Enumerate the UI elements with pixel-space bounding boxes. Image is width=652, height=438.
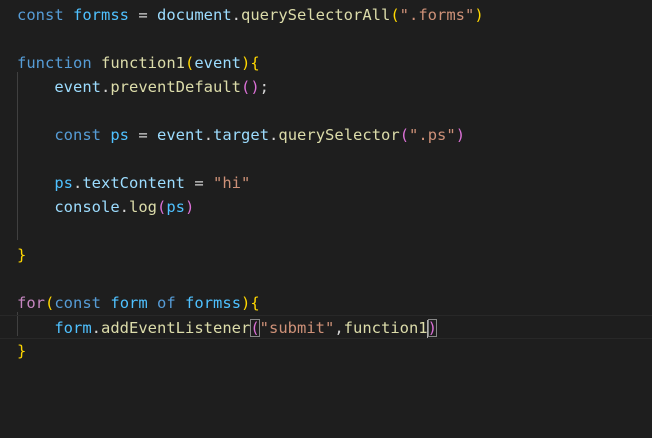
code-token: ;: [259, 78, 270, 96]
code-token: (: [185, 54, 195, 72]
code-token: const: [17, 6, 64, 24]
code-line[interactable]: for(const form of formss){: [0, 291, 652, 315]
code-line[interactable]: }: [0, 339, 652, 363]
code-token: (): [241, 78, 260, 96]
code-token: "submit": [259, 319, 335, 337]
code-line[interactable]: const formss = document.querySelectorAll…: [0, 3, 652, 27]
code-token: {: [250, 54, 260, 72]
code-token: target: [213, 126, 270, 144]
code-token: event: [54, 78, 101, 96]
code-token: function1: [343, 319, 428, 337]
code-token: .: [269, 126, 279, 144]
code-token: querySelector: [278, 126, 400, 144]
code-line[interactable]: [0, 219, 652, 243]
code-token: document: [157, 6, 232, 24]
code-token: form: [110, 294, 148, 312]
code-token: event: [194, 54, 242, 72]
code-token: log: [129, 198, 157, 216]
code-line[interactable]: console.log(ps): [0, 195, 652, 219]
code-line[interactable]: [0, 147, 652, 171]
code-line[interactable]: const ps = event.target.querySelector(".…: [0, 123, 652, 147]
code-token: event: [157, 126, 204, 144]
code-token: function: [17, 54, 92, 72]
code-token: ps: [110, 126, 130, 144]
code-token: ): [241, 294, 251, 312]
code-token: textContent: [82, 174, 185, 192]
code-token: .: [73, 174, 83, 192]
code-line[interactable]: ps.textContent = "hi": [0, 171, 652, 195]
code-token: formss: [73, 6, 130, 24]
code-token: preventDefault: [110, 78, 241, 96]
code-line[interactable]: [0, 99, 652, 123]
code-line[interactable]: [0, 267, 652, 291]
code-token: }: [17, 246, 27, 264]
code-token: }: [17, 342, 27, 360]
code-token: ps: [166, 198, 186, 216]
code-token: form: [54, 319, 92, 337]
code-token: .: [101, 78, 111, 96]
code-token: ): [474, 6, 484, 24]
code-token: =: [185, 174, 213, 192]
code-token: for: [17, 294, 45, 312]
code-token: (: [157, 198, 167, 216]
code-token: ): [185, 198, 195, 216]
code-token: const: [54, 126, 101, 144]
code-token: ".forms": [399, 6, 475, 24]
code-token: console: [54, 198, 120, 216]
code-token: of: [157, 294, 176, 312]
code-line[interactable]: [0, 27, 652, 51]
code-line-current[interactable]: form.addEventListener("submit",function1…: [0, 315, 652, 339]
code-token: formss: [185, 294, 242, 312]
matched-bracket: ): [427, 319, 437, 337]
code-token: .: [203, 126, 214, 144]
code-token: ,: [334, 319, 344, 337]
code-token: function1: [101, 54, 185, 72]
code-token: "hi": [213, 174, 251, 192]
code-line[interactable]: function function1(event){: [0, 51, 652, 75]
code-token: .: [91, 319, 101, 337]
code-token: ps: [54, 174, 73, 192]
code-token: {: [250, 294, 260, 312]
code-token: ): [455, 126, 466, 144]
code-token: =: [129, 126, 158, 144]
code-token: ".ps": [409, 126, 456, 144]
code-token: const: [54, 294, 102, 312]
code-line[interactable]: event.preventDefault();: [0, 75, 652, 99]
code-token: (: [399, 126, 410, 144]
code-token: ): [241, 54, 251, 72]
code-token: (: [390, 6, 400, 24]
code-token: =: [129, 6, 158, 24]
code-token: .: [231, 6, 242, 24]
code-token: .: [119, 198, 129, 216]
code-token: addEventListener: [101, 319, 251, 337]
code-token: (: [45, 294, 55, 312]
matched-bracket: (: [250, 319, 260, 337]
code-token: querySelectorAll: [241, 6, 391, 24]
code-line[interactable]: }: [0, 243, 652, 267]
code-editor[interactable]: const formss = document.querySelectorAll…: [0, 0, 652, 438]
